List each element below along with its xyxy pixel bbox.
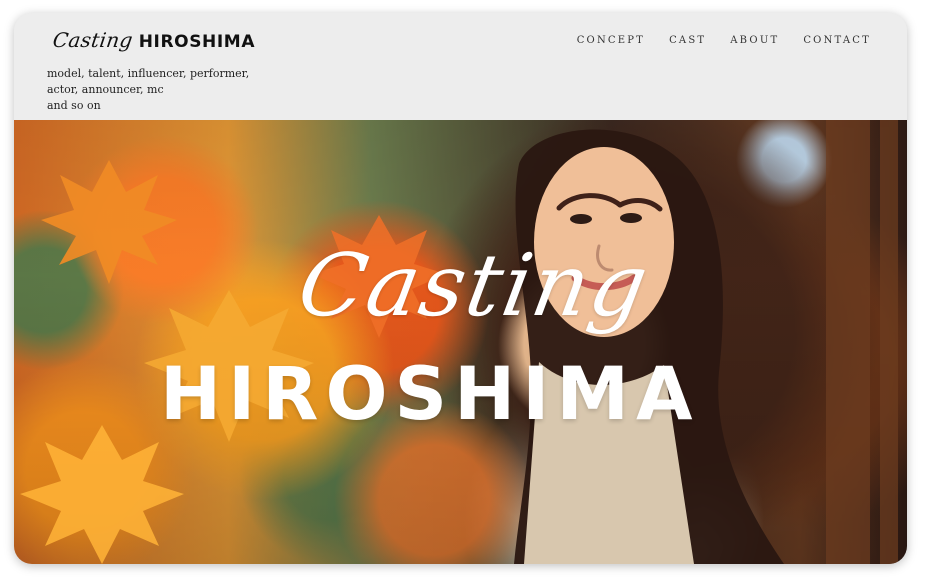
maple-leaf-icon-4 <box>20 425 184 564</box>
hero-main-title: HIROSHIMA <box>160 352 700 437</box>
brand-name: HIROSHIMA <box>138 32 256 52</box>
tagline-line-2: actor, announcer, mc <box>47 83 164 96</box>
hero-script-title: Casting <box>291 236 657 336</box>
main-navigation: CONCEPT CAST ABOUT CONTACT <box>577 35 871 46</box>
nav-concept[interactable]: CONCEPT <box>577 35 645 46</box>
brand-script-text: Casting <box>51 28 135 52</box>
autumn-leaves-photo <box>14 120 907 564</box>
website-window: Casting HIROSHIMA model, talent, influen… <box>14 13 907 564</box>
woman-portrait <box>514 129 784 564</box>
site-header: Casting HIROSHIMA model, talent, influen… <box>14 13 907 120</box>
maple-leaf-icon-1 <box>41 160 177 284</box>
tagline-line-1: model, talent, influencer, performer, <box>47 67 250 80</box>
hero-banner: Casting HIROSHIMA <box>14 120 907 564</box>
window-frame <box>826 120 898 564</box>
nav-cast[interactable]: CAST <box>669 35 706 46</box>
nav-contact[interactable]: CONTACT <box>803 35 871 46</box>
site-tagline: model, talent, influencer, performer, ac… <box>47 66 307 114</box>
tagline-line-3: and so on <box>47 99 101 112</box>
nav-about[interactable]: ABOUT <box>730 35 779 46</box>
brand-logo[interactable]: Casting HIROSHIMA <box>51 28 256 52</box>
